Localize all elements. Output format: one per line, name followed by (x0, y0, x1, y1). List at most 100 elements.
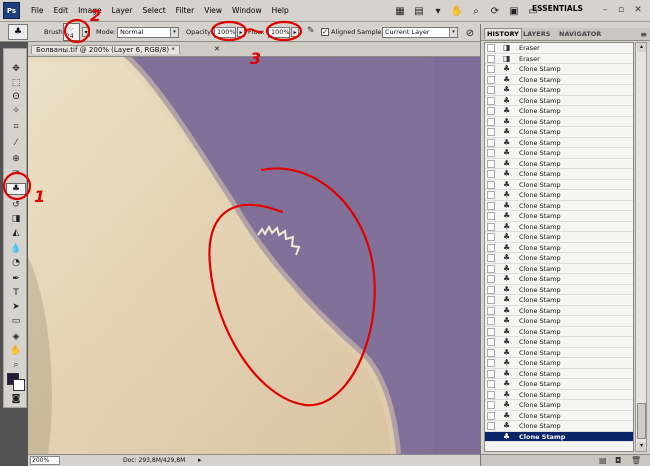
3d-rotate-tool-icon[interactable]: ◈ (6, 331, 26, 343)
history-brush-source-checkbox[interactable] (487, 264, 495, 273)
history-brush-source-checkbox[interactable] (487, 432, 495, 441)
history-brush-source-checkbox[interactable] (487, 317, 495, 325)
history-brush-source-checkbox[interactable] (487, 75, 495, 84)
history-state[interactable]: ♣ Clone Stamp (485, 106, 633, 117)
lasso-tool-icon[interactable]: ʘ (6, 91, 26, 103)
history-brush-source-checkbox[interactable] (487, 233, 495, 241)
history-brush-source-checkbox[interactable] (487, 380, 495, 388)
history-brush-source-checkbox[interactable] (487, 170, 495, 178)
crop-tool-icon[interactable]: ⌗ (6, 121, 26, 133)
history-brush-source-checkbox[interactable] (487, 86, 495, 94)
dodge-tool-icon[interactable]: ◔ (6, 257, 26, 269)
history-state[interactable]: ♣ Clone Stamp (485, 117, 633, 127)
history-brush-source-checkbox[interactable] (487, 359, 495, 367)
new-document-from-state-icon[interactable]: ▤ (599, 456, 607, 465)
history-state[interactable]: ♣ Clone Stamp (485, 369, 633, 379)
history-state[interactable]: ♣ Clone Stamp (485, 211, 633, 222)
history-brush-source-checkbox[interactable] (487, 254, 495, 262)
history-brush-source-checkbox[interactable] (487, 243, 495, 252)
history-state[interactable]: ♣ Clone Stamp (485, 295, 633, 306)
tab-navigator[interactable]: NAVIGATOR (559, 30, 601, 38)
hand-icon[interactable]: ✋ (449, 3, 465, 19)
history-state[interactable]: ♣ Clone Stamp (485, 274, 633, 285)
status-menu-arrow[interactable]: ▸ (198, 456, 202, 464)
history-brush-source-checkbox[interactable] (487, 212, 495, 220)
history-brush-source-checkbox[interactable] (487, 149, 495, 157)
history-state[interactable]: ♣ Clone Stamp (485, 379, 633, 390)
flow-input[interactable]: 100% (268, 27, 290, 38)
history-brush-source-checkbox[interactable] (487, 401, 495, 409)
history-state[interactable]: ♣ Clone Stamp (485, 190, 633, 201)
history-brush-source-checkbox[interactable] (487, 191, 495, 199)
history-brush-source-checkbox[interactable] (487, 222, 495, 231)
history-brush-source-checkbox[interactable] (487, 422, 495, 430)
history-brush-source-checkbox[interactable] (487, 65, 495, 73)
paint-bucket-tool-icon[interactable]: ◭ (6, 227, 26, 239)
tab-layers[interactable]: LAYERS (523, 30, 550, 38)
history-state[interactable]: ♣ Clone Stamp (485, 201, 633, 211)
sample-select[interactable]: Current Layer ▾ (382, 27, 458, 38)
background-color-swatch[interactable] (13, 379, 25, 391)
history-brush-source-checkbox[interactable] (487, 107, 495, 115)
history-state[interactable]: ♣ Clone Stamp (485, 180, 633, 190)
scroll-thumb[interactable] (637, 403, 646, 439)
history-state[interactable]: ♣ Clone Stamp (485, 169, 633, 180)
history-state[interactable]: ♣ Clone Stamp (485, 127, 633, 138)
menu-layer[interactable]: Layer (107, 0, 138, 22)
history-brush-source-checkbox[interactable] (487, 138, 495, 147)
minimize-icon[interactable]: – (598, 3, 612, 17)
zoom-level-icon[interactable]: ▾ (430, 3, 446, 19)
history-state[interactable]: ♣ Clone Stamp (485, 264, 633, 274)
history-state[interactable]: ♣ Clone Stamp (485, 285, 633, 295)
history-brush-source-checkbox[interactable] (487, 54, 495, 63)
opacity-input[interactable]: 100% (214, 27, 236, 38)
rectangle-tool-icon[interactable]: ▭ (6, 315, 26, 327)
menu-filter[interactable]: Filter (171, 0, 200, 22)
history-brush-source-checkbox[interactable] (487, 296, 495, 304)
menu-help[interactable]: Help (267, 0, 294, 22)
menu-image[interactable]: Image (73, 0, 107, 22)
history-state[interactable]: ♣ Clone Stamp (485, 337, 633, 348)
history-scrollbar[interactable]: ▴ ▾ (635, 42, 647, 452)
history-state[interactable]: ◨ Eraser (485, 43, 633, 54)
document-canvas[interactable] (28, 57, 480, 454)
scroll-down-icon[interactable]: ▾ (637, 442, 646, 451)
brush-picker[interactable]: ⁘ 24 (63, 23, 80, 41)
history-state[interactable]: ♣ Clone Stamp (485, 85, 633, 96)
zoom-icon[interactable]: ⌕ (468, 3, 484, 19)
eraser-tool-icon[interactable]: ◨ (6, 213, 26, 225)
history-brush-source-checkbox[interactable] (487, 285, 495, 294)
type-tool-icon[interactable]: T (6, 287, 26, 299)
history-brush-source-checkbox[interactable] (487, 117, 495, 126)
airbrush-icon[interactable]: ✎ (307, 26, 315, 36)
menu-select[interactable]: Select (138, 0, 171, 22)
history-state[interactable]: ♣ Clone Stamp (485, 159, 633, 169)
tool-preset-picker[interactable]: ♣ (8, 24, 28, 40)
history-brush-source-checkbox[interactable] (487, 159, 495, 168)
history-brush-source-checkbox[interactable] (487, 306, 495, 315)
eyedropper-tool-icon[interactable]: ⁄ (6, 137, 26, 149)
history-state[interactable]: ♣ Clone Stamp (485, 306, 633, 316)
arrange-documents-icon[interactable]: ▣ (506, 3, 522, 19)
mode-select[interactable]: Normal ▾ (117, 27, 179, 38)
bridge-icon[interactable]: ▦ (392, 3, 408, 19)
rotate-view-icon[interactable]: ⟳ (487, 3, 503, 19)
history-brush-source-checkbox[interactable] (487, 128, 495, 136)
tab-history[interactable]: HISTORY (484, 28, 522, 39)
close-icon[interactable]: ✕ (214, 45, 220, 53)
ignore-adjustment-layers-icon[interactable]: ⊘ (462, 25, 478, 41)
history-brush-source-checkbox[interactable] (487, 180, 495, 189)
history-brush-source-checkbox[interactable] (487, 275, 495, 283)
pen-tool-icon[interactable]: ✒ (6, 273, 26, 285)
history-state[interactable]: ♣ Clone Stamp (485, 96, 633, 106)
history-state[interactable]: ◨ Eraser (485, 54, 633, 64)
history-state[interactable]: ♣ Clone Stamp (485, 148, 633, 159)
history-state[interactable]: ♣ Clone Stamp (485, 316, 633, 327)
menu-file[interactable]: File (26, 0, 49, 22)
history-state[interactable]: ♣ Clone Stamp (485, 358, 633, 369)
new-snapshot-icon[interactable]: ◘ (615, 456, 621, 465)
quick-selection-tool-icon[interactable]: ✧ (6, 105, 26, 117)
zoom-field[interactable]: 200% (30, 456, 60, 465)
document-tab[interactable]: Болваны.tif @ 200% (Layer 6, RGB/8) * (31, 45, 180, 54)
restore-icon[interactable]: ▫ (614, 3, 628, 17)
